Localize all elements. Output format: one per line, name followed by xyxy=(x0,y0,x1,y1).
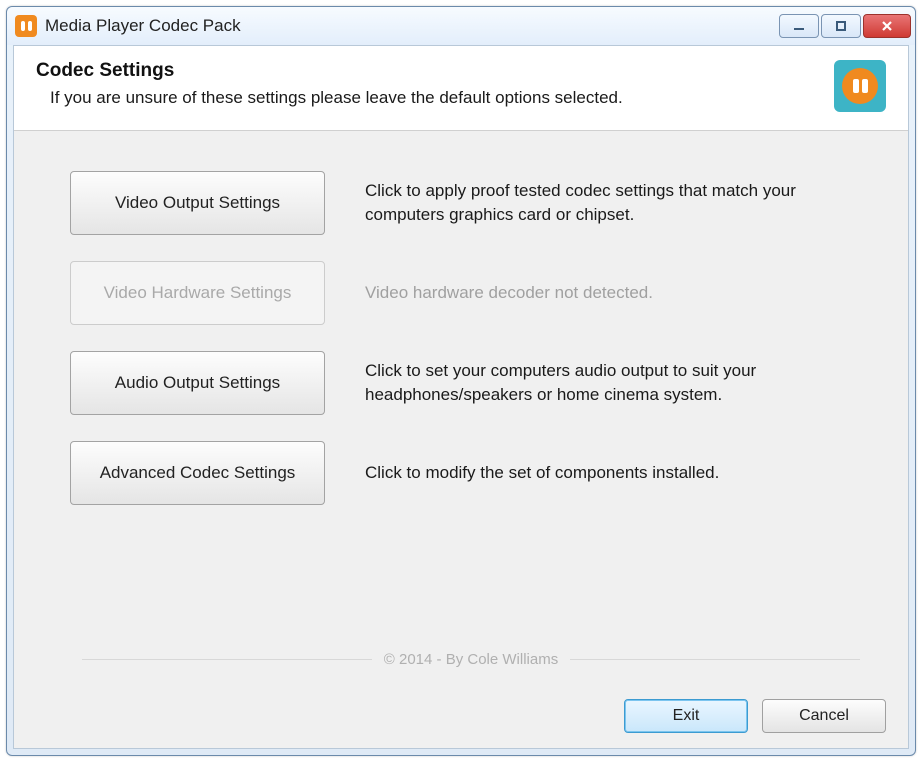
audio-output-row: Audio Output Settings Click to set your … xyxy=(70,351,872,415)
window-title: Media Player Codec Pack xyxy=(45,16,779,36)
titlebar: Media Player Codec Pack xyxy=(7,7,915,45)
settings-body: Video Output Settings Click to apply pro… xyxy=(14,131,908,684)
audio-output-button[interactable]: Audio Output Settings xyxy=(70,351,325,415)
video-output-desc: Click to apply proof tested codec settin… xyxy=(365,179,845,227)
exit-button[interactable]: Exit xyxy=(624,699,748,733)
app-logo xyxy=(834,60,886,112)
close-button[interactable] xyxy=(863,14,911,38)
app-icon xyxy=(15,15,37,37)
app-window: Media Player Codec Pack Codec Settings I… xyxy=(6,6,916,756)
header: Codec Settings If you are unsure of thes… xyxy=(14,46,908,131)
close-icon xyxy=(880,19,894,33)
advanced-desc: Click to modify the set of components in… xyxy=(365,461,719,485)
audio-output-desc: Click to set your computers audio output… xyxy=(365,359,845,407)
page-title: Codec Settings xyxy=(36,60,834,82)
video-hardware-desc: Video hardware decoder not detected. xyxy=(365,281,653,305)
minimize-button[interactable] xyxy=(779,14,819,38)
maximize-button[interactable] xyxy=(821,14,861,38)
window-controls xyxy=(779,14,911,38)
video-output-button[interactable]: Video Output Settings xyxy=(70,171,325,235)
maximize-icon xyxy=(834,19,848,33)
footer: Exit Cancel xyxy=(14,684,908,748)
video-hardware-row: Video Hardware Settings Video hardware d… xyxy=(70,261,872,325)
advanced-row: Advanced Codec Settings Click to modify … xyxy=(70,441,872,505)
page-subtitle: If you are unsure of these settings plea… xyxy=(36,88,834,108)
video-hardware-button: Video Hardware Settings xyxy=(70,261,325,325)
cancel-button[interactable]: Cancel xyxy=(762,699,886,733)
client-area: Codec Settings If you are unsure of thes… xyxy=(13,45,909,749)
video-output-row: Video Output Settings Click to apply pro… xyxy=(70,171,872,235)
minimize-icon xyxy=(792,19,806,33)
advanced-button[interactable]: Advanced Codec Settings xyxy=(70,441,325,505)
copyright-text: © 2014 - By Cole Williams xyxy=(70,651,872,674)
